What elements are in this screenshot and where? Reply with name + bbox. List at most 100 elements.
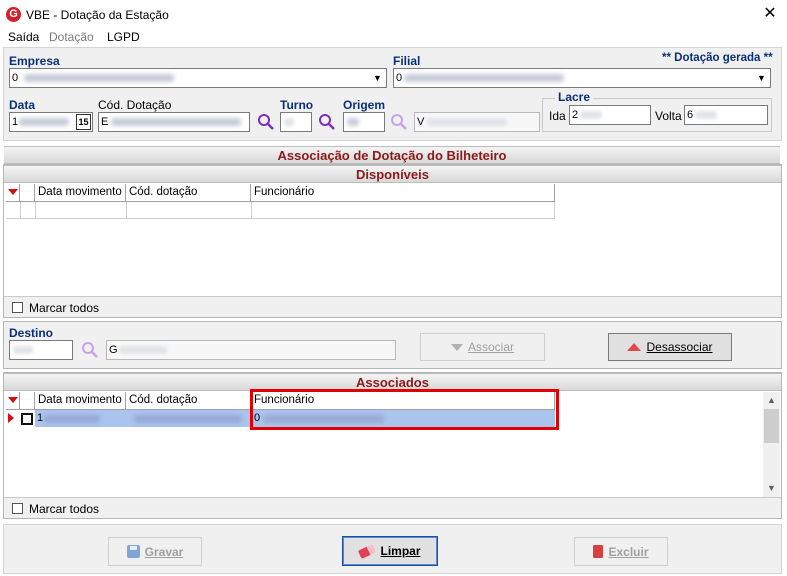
mark-all-checkbox[interactable] <box>12 302 23 313</box>
data-value: 1 <box>12 116 19 128</box>
cell-data-movimento: 1 <box>37 412 44 424</box>
mark-all-label[interactable]: Marcar todos <box>29 502 99 516</box>
limpar-button[interactable]: Limpar <box>342 536 438 566</box>
menu-item-lgpd[interactable]: LGPD <box>107 30 140 44</box>
column-header-funcionario[interactable]: Funcionário <box>251 184 555 201</box>
header-form: Empresa 0 ▼ Filial ** Dotação gerada ** … <box>3 47 782 141</box>
associados-panel: Associados Data movimento Cód. dotação F… <box>3 372 782 519</box>
cod-dotacao-value: E <box>101 116 109 128</box>
mark-all-label[interactable]: Marcar todos <box>29 301 99 315</box>
scroll-down-icon[interactable]: ▼ <box>763 480 780 497</box>
lacre-group: Lacre Ida 2 Volta 6 <box>542 90 772 132</box>
column-header-data-movimento[interactable]: Data movimento <box>35 392 126 409</box>
chevron-down-icon[interactable]: ▼ <box>754 70 769 86</box>
origem-description: V <box>414 112 540 132</box>
filial-value: 0 <box>396 72 403 84</box>
status-text: ** Dotação gerada ** <box>662 52 773 64</box>
volta-value: 6 <box>687 109 694 121</box>
grid-col-separator <box>554 202 555 219</box>
grid-col-separator <box>126 202 127 219</box>
calendar-icon[interactable]: 15 <box>76 114 91 130</box>
mark-all-bar: Marcar todos <box>4 296 781 317</box>
ida-input[interactable]: 2 <box>569 105 651 125</box>
search-icon[interactable] <box>318 113 336 131</box>
search-icon[interactable] <box>257 113 275 131</box>
cod-dotacao-input[interactable]: E <box>98 112 250 132</box>
eraser-icon <box>358 543 377 559</box>
grid-col-separator <box>20 184 35 201</box>
window-title: VBE - Dotação da Estação <box>26 8 169 22</box>
destino-label: Destino <box>9 326 54 340</box>
filial-label: Filial <box>393 54 421 68</box>
turno-label: Turno <box>280 98 314 112</box>
search-icon[interactable] <box>81 341 99 359</box>
ida-label: Ida <box>549 109 566 123</box>
associar-button[interactable]: Associar <box>420 333 545 361</box>
associar-label: Associar <box>467 340 514 354</box>
excluir-button[interactable]: Excluir <box>574 537 668 566</box>
destino-desc-value: G <box>109 344 118 356</box>
grid-col-separator <box>6 184 20 201</box>
destino-description: G <box>106 340 396 360</box>
empresa-select[interactable]: 0 ▼ <box>9 68 387 88</box>
volta-input[interactable]: 6 <box>684 105 768 125</box>
disponiveis-panel: Disponíveis Data movimento Cód. dotação … <box>3 164 782 318</box>
gravar-button[interactable]: Gravar <box>108 537 202 566</box>
mark-all-bar: Marcar todos <box>4 497 781 518</box>
empresa-label: Empresa <box>9 54 60 68</box>
destino-panel: Destino G Associar Desassociar <box>3 321 782 369</box>
scroll-up-icon[interactable]: ▲ <box>763 392 780 409</box>
redacted-text <box>427 118 507 126</box>
desassociar-label: Desassociar <box>646 340 713 354</box>
disponiveis-title: Disponíveis <box>4 165 781 183</box>
data-date-input[interactable]: 1 15 <box>9 112 93 132</box>
grid-col-separator <box>20 202 21 219</box>
lacre-label: Lacre <box>555 90 594 104</box>
save-icon <box>126 545 140 558</box>
redacted-text <box>24 74 174 82</box>
redacted-text <box>404 74 564 82</box>
turno-input[interactable] <box>280 112 312 132</box>
disponiveis-empty-row <box>6 202 555 219</box>
chevron-down-icon[interactable]: ▼ <box>370 70 385 86</box>
association-title: Associação de Dotação do Bilheteiro <box>4 146 780 164</box>
footer-bar: Gravar Limpar Excluir <box>3 524 782 574</box>
ida-value: 2 <box>572 109 579 121</box>
redacted-text <box>13 346 33 354</box>
arrow-up-icon <box>627 343 642 351</box>
destino-input[interactable] <box>9 340 73 360</box>
search-icon[interactable] <box>390 113 408 131</box>
redacted-text <box>19 118 69 126</box>
grid-col-separator <box>251 202 252 219</box>
column-header-cod-dotacao[interactable]: Cód. dotação <box>126 392 251 409</box>
row-pointer-icon <box>8 413 14 423</box>
menu-item-saida[interactable]: Saída <box>8 30 39 44</box>
vertical-scrollbar[interactable]: ▲ ▼ <box>763 392 780 497</box>
close-icon[interactable]: ✕ <box>760 4 780 24</box>
data-label: Data <box>9 98 36 112</box>
filial-select[interactable]: 0 ▼ <box>393 68 771 88</box>
title-bar: G VBE - Dotação da Estação ✕ <box>0 0 787 30</box>
cod-dotacao-label: Cód. Dotação <box>98 98 172 112</box>
menu-item-dotacao[interactable]: Dotação <box>49 30 94 44</box>
funcionario-highlight <box>250 389 559 430</box>
column-header-cod-dotacao[interactable]: Cód. dotação <box>126 184 251 201</box>
gravar-label: Gravar <box>144 544 184 559</box>
app-logo-icon: G <box>6 7 21 22</box>
desassociar-button[interactable]: Desassociar <box>608 333 732 361</box>
origem-label: Origem <box>343 98 386 112</box>
empresa-value: 0 <box>12 72 19 84</box>
excluir-label: Excluir <box>608 544 649 559</box>
column-header-data-movimento[interactable]: Data movimento <box>35 184 126 201</box>
scroll-thumb[interactable] <box>764 409 779 443</box>
grid-col-separator <box>20 392 35 409</box>
mark-all-checkbox[interactable] <box>12 503 23 514</box>
arrow-down-icon <box>450 343 463 351</box>
redacted-text <box>134 415 242 423</box>
origem-input[interactable] <box>343 112 385 132</box>
row-checkbox[interactable] <box>21 413 33 425</box>
redacted-text <box>111 118 241 126</box>
disponiveis-grid-header: Data movimento Cód. dotação Funcionário <box>6 184 555 202</box>
redacted-text <box>695 111 717 119</box>
redacted-text <box>284 118 294 126</box>
